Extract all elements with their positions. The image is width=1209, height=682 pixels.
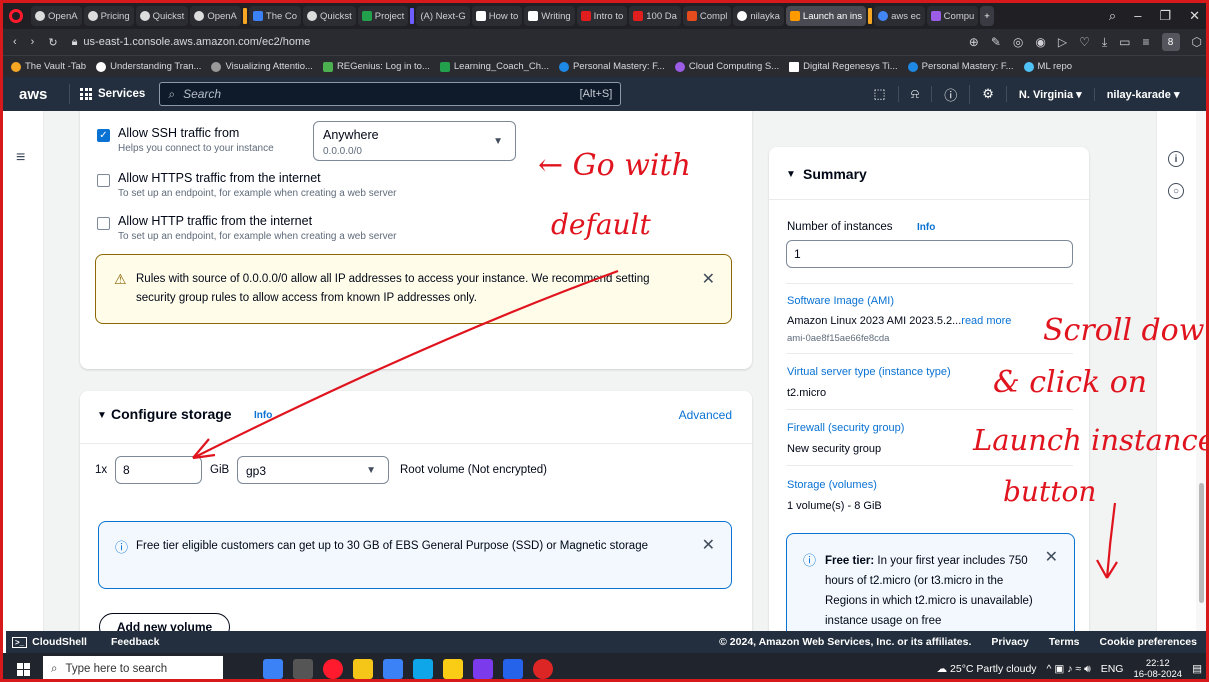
taskbar-search-input[interactable]: ⌕ Type here to search [43, 656, 223, 679]
system-tray: ☁ 25°C Partly cloudy ^ ▣ ♪ ≈ 🔊︎ ENG 22:1… [937, 658, 1206, 680]
arrow-to-storage [192, 269, 619, 459]
clock[interactable]: 22:12 16-08-2024 [1133, 658, 1183, 680]
store-icon[interactable] [383, 659, 403, 679]
taskbar-search-placeholder: Type here to search [65, 663, 168, 675]
tray-icons[interactable]: ^ ▣ ♪ ≈ 🔊︎ [1047, 663, 1091, 676]
start-button[interactable] [3, 662, 43, 676]
search-icon: ⌕ [51, 662, 58, 675]
weather-text: 25°C Partly cloudy [950, 663, 1037, 675]
word-icon[interactable] [503, 659, 523, 679]
sticky-notes-icon[interactable] [443, 659, 463, 679]
clock-time: 22:12 [1145, 658, 1170, 669]
powerpoint-icon[interactable] [533, 659, 553, 679]
screen-frame: OpenA Pricing Quickst OpenA The Co Quick… [0, 0, 1209, 682]
file-explorer-icon[interactable] [353, 659, 373, 679]
remote-desktop-icon[interactable] [413, 659, 433, 679]
widgets-icon[interactable] [263, 659, 283, 679]
opera-browser-icon[interactable] [323, 659, 343, 679]
language-indicator[interactable]: ENG [1101, 663, 1124, 675]
teams-icon[interactable] [473, 659, 493, 679]
taskbar-apps [263, 659, 553, 679]
weather-widget[interactable]: ☁ 25°C Partly cloudy [937, 663, 1037, 675]
windows-logo-icon [16, 662, 30, 676]
task-view-icon[interactable] [293, 659, 313, 679]
clock-date: 16-08-2024 [1133, 669, 1183, 680]
annotation-arrows [192, 269, 1118, 579]
windows-taskbar: ⌕ Type here to search ☁ 25°C Partly clou… [3, 653, 1206, 680]
notifications-icon[interactable]: ▤ [1192, 663, 1202, 675]
